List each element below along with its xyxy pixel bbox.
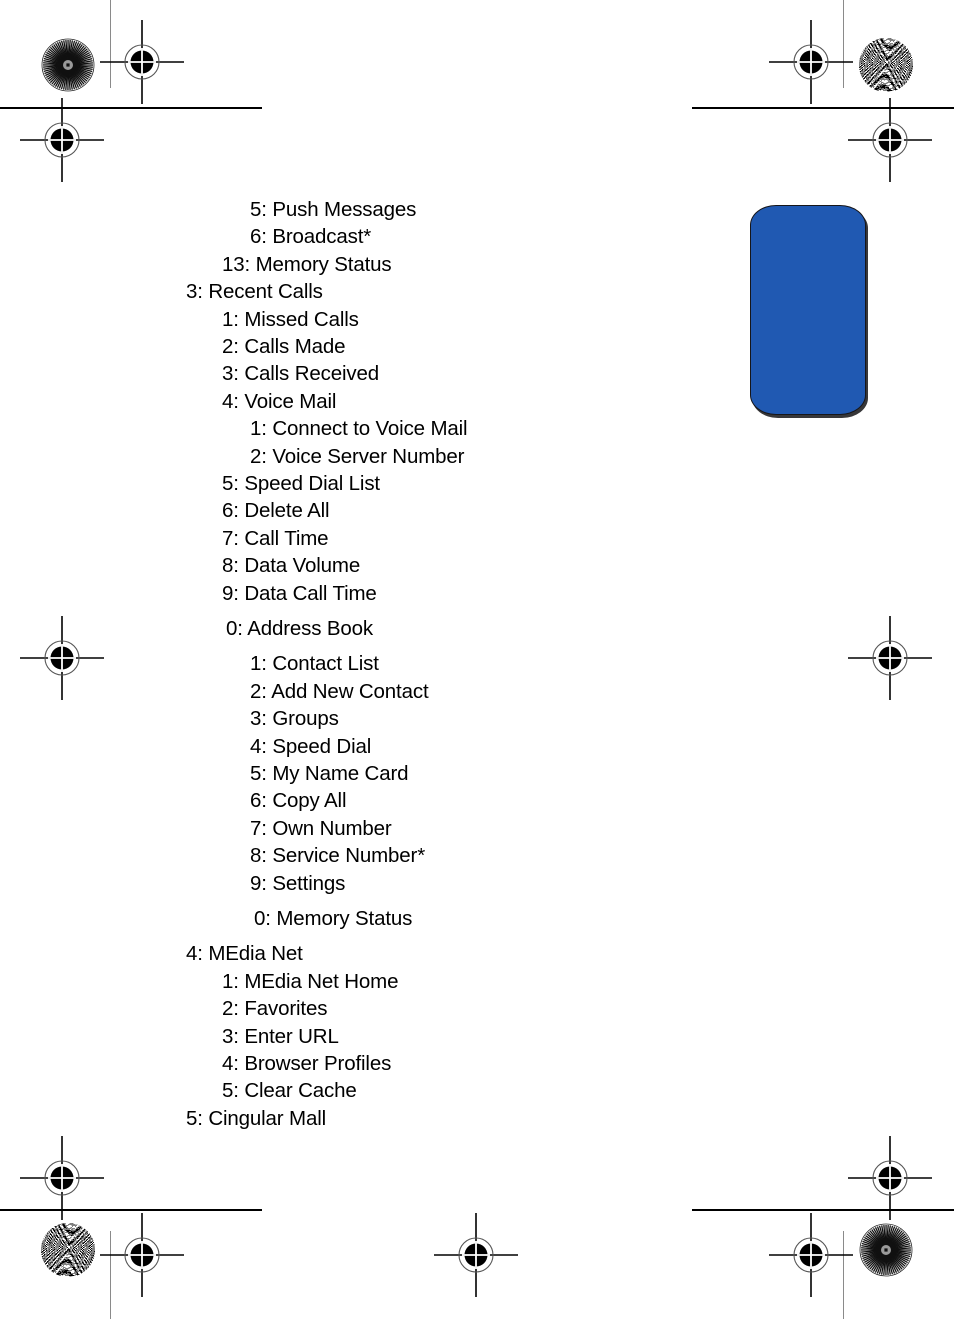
menu-outline-item: 2: Voice Server Number <box>250 444 465 468</box>
menu-outline-item: 5: My Name Card <box>250 762 409 785</box>
registration-mark-bottom-right <box>769 1213 853 1297</box>
menu-outline-item: 2: Favorites <box>222 997 328 1021</box>
star-target-bottom-right <box>859 1223 913 1277</box>
registration-mark-bottom-right-inner <box>848 1136 932 1220</box>
menu-outline-item: 5: Push Messages <box>250 198 417 221</box>
menu-outline-item: 4: MEdia Net <box>186 942 303 966</box>
star-target-top-left <box>41 38 95 92</box>
registration-mark-bottom-left-inner <box>20 1136 104 1220</box>
menu-outline-item: 7: Call Time <box>222 526 329 550</box>
moire-target-top-right <box>859 38 913 92</box>
menu-outline-item: 0: Address Book <box>226 617 374 640</box>
menu-outline-item: 5: Speed Dial List <box>222 472 380 495</box>
registration-mark-top-right <box>769 20 853 104</box>
print-proof-page: 5: Push Messages 6: Broadcast* 13: Memory … <box>0 0 954 1319</box>
menu-outline-item: 0: Memory Status <box>254 907 413 930</box>
menu-outline-item: 5: Clear Cache <box>222 1079 357 1103</box>
menu-outline-item: 3: Groups <box>250 707 339 731</box>
menu-outline-item: 5: Cingular Mall <box>186 1106 327 1130</box>
menu-outline-item: 9: Settings <box>250 871 346 895</box>
menu-outline-item: 2: Calls Made <box>222 335 346 358</box>
registration-mark-mid-left <box>20 616 104 700</box>
registration-mark-top-left-inner <box>20 98 104 182</box>
menu-outline-item: 3: Enter URL <box>222 1024 339 1048</box>
menu-outline-item: 4: Browser Profiles <box>222 1052 392 1075</box>
menu-outline-item: 13: Memory Status <box>222 252 392 276</box>
menu-outline-item: 9: Data Call Time <box>222 581 377 605</box>
menu-outline-item: 3: Recent Calls <box>186 280 323 304</box>
menu-outline-item: 4: Speed Dial <box>250 734 372 758</box>
menu-outline-item: 8: Service Number* <box>250 844 426 868</box>
phone-illustration <box>748 203 868 417</box>
menu-outline-item: 1: Contact List <box>250 652 379 676</box>
registration-mark-mid-right <box>848 616 932 700</box>
menu-outline-item: 4: Voice Mail <box>222 389 337 413</box>
menu-outline-item: 6: Copy All <box>250 789 347 813</box>
menu-outline-item: 7: Own Number <box>250 816 392 840</box>
registration-mark-bottom-left <box>100 1213 184 1297</box>
menu-outline-item: 2: Add New Contact <box>250 679 429 703</box>
menu-outline-item: 6: Broadcast* <box>250 225 372 249</box>
moire-target-bottom-left <box>41 1223 95 1277</box>
registration-mark-top-right-inner <box>848 98 932 182</box>
menu-outline-item: 1: Connect to Voice Mail <box>250 417 468 441</box>
registration-mark-bottom-center <box>434 1213 518 1297</box>
menu-outline-item: 3: Calls Received <box>222 362 379 386</box>
menu-outline-item: 1: MEdia Net Home <box>222 969 399 993</box>
menu-outline-item: 8: Data Volume <box>222 554 361 578</box>
phone-body-shape <box>750 205 866 415</box>
menu-outline-item: 6: Delete All <box>222 499 330 523</box>
menu-outline-item: 1: Missed Calls <box>222 307 359 331</box>
registration-mark-top-left <box>100 20 184 104</box>
